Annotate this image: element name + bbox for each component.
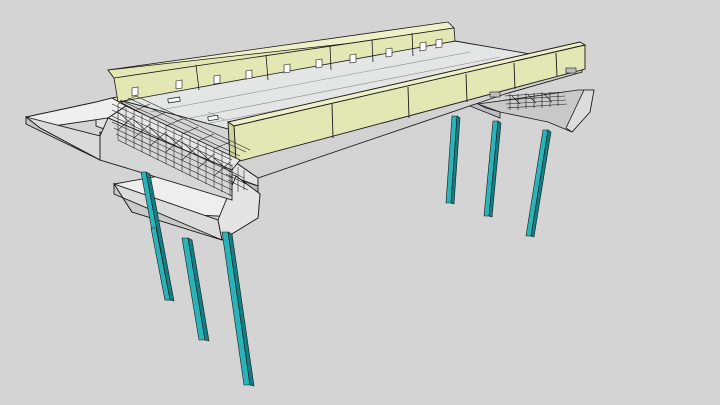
bridge-model-viewport[interactable] [0, 0, 720, 405]
